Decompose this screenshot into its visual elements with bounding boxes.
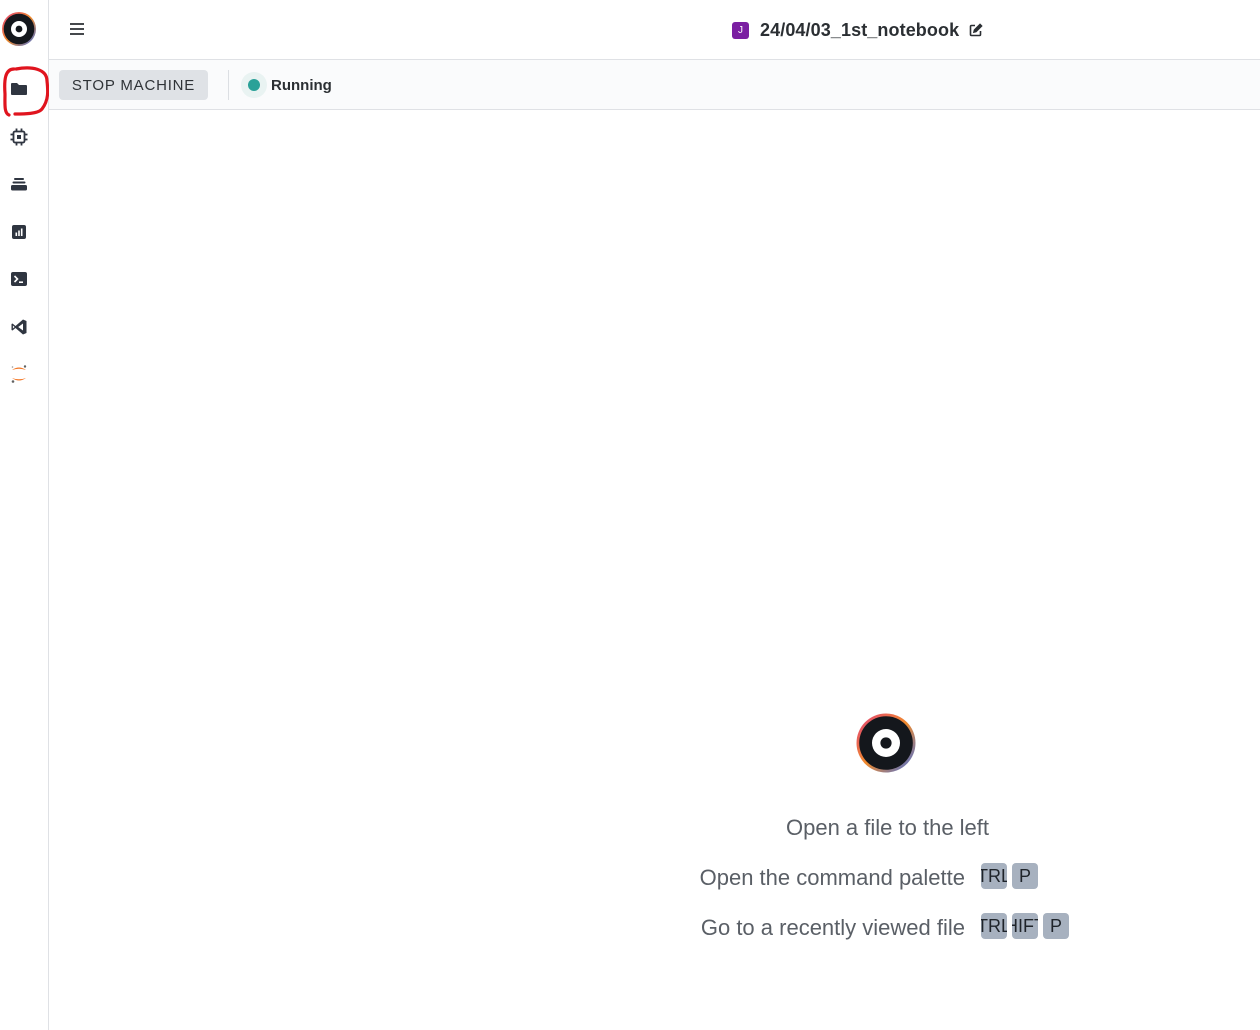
layers-icon[interactable] (7, 172, 31, 196)
chart-icon[interactable] (7, 220, 31, 244)
key-p: P (1043, 913, 1069, 939)
shortcut-recent-file: TRL HIFT P (981, 913, 1069, 939)
hint-recent-file: Go to a recently viewed file (700, 915, 965, 940)
hint-open-file: Open a file to the left (786, 815, 990, 840)
edit-icon[interactable] (969, 23, 983, 37)
cpu-icon[interactable] (7, 125, 31, 149)
status-dot-icon (248, 79, 260, 91)
jupyter-icon[interactable] (7, 362, 31, 386)
key-shift: HIFT (1012, 913, 1038, 939)
notebook-title: 24/04/03_1st_notebook (760, 19, 960, 40)
shortcut-command-palette: TRL P (981, 863, 1038, 889)
folder-icon[interactable] (7, 77, 31, 101)
hint-command-palette: Open the command palette (699, 865, 965, 890)
stop-machine-button[interactable]: STOP MACHINE (59, 70, 208, 100)
notebook-title-area: J 24/04/03_1st_notebook (732, 18, 983, 42)
key-p: P (1012, 863, 1038, 889)
terminal-icon[interactable] (7, 267, 31, 291)
toolbar-divider (228, 70, 229, 100)
notebook-badge: J (732, 21, 749, 39)
empty-state-logo-icon (856, 713, 916, 773)
key-ctrl: TRL (981, 863, 1007, 889)
status-label: Running (271, 76, 332, 94)
machine-toolbar: STOP MACHINE Running (49, 60, 1260, 110)
key-ctrl: TRL (981, 913, 1007, 939)
app-logo-icon[interactable] (1, 11, 37, 47)
hamburger-menu-icon[interactable] (66, 18, 88, 40)
machine-status: Running (241, 72, 332, 98)
vscode-icon[interactable] (7, 315, 31, 339)
sidebar (0, 0, 50, 1030)
status-indicator (241, 72, 267, 98)
top-bar: J 24/04/03_1st_notebook (49, 0, 1260, 60)
